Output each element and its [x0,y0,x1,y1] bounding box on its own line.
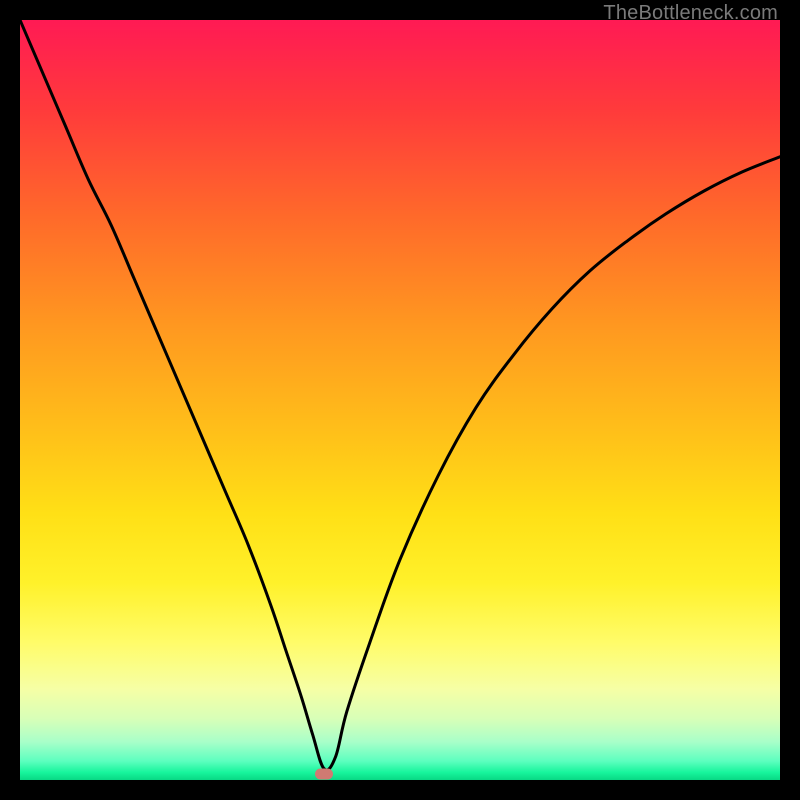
plot-area [20,20,780,780]
bottleneck-curve [20,20,780,770]
optimum-marker [315,768,333,779]
curve-svg [20,20,780,780]
chart-frame: TheBottleneck.com [0,0,800,800]
